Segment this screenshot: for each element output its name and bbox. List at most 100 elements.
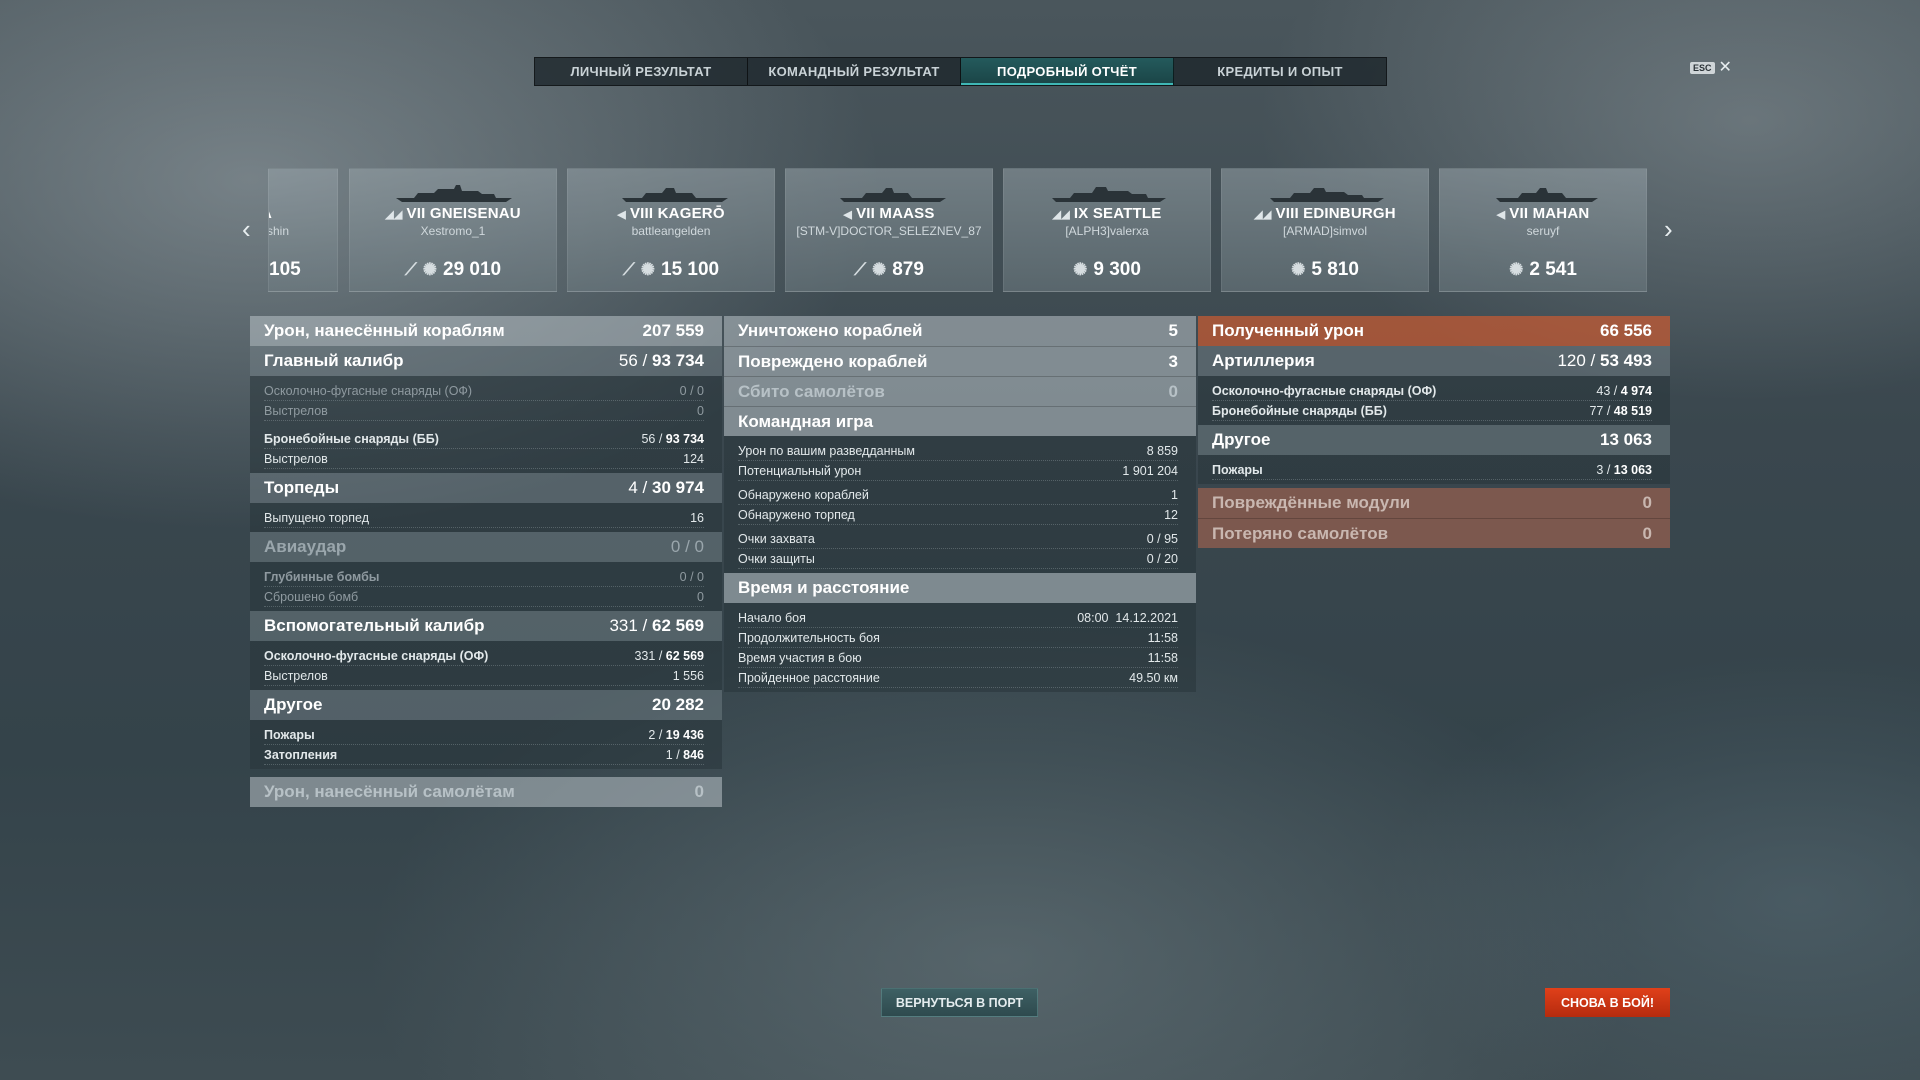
damage-to-planes-row: Урон, нанесённый самолётам 0 bbox=[250, 777, 722, 807]
battle-stats-panel: Уничтожено кораблей 5 Повреждено кораблей… bbox=[724, 316, 1196, 692]
ship-name: VII GNEISENAU bbox=[406, 205, 521, 222]
ship-card[interactable]: ◢◢ VIII EDINBURGH [ARMAD]simvol ✺ 5 810 bbox=[1221, 168, 1429, 292]
player-name: battleangelden bbox=[631, 224, 711, 238]
stat-line: Очки защиты 0 / 20 bbox=[738, 549, 1178, 569]
damage-value: 105 bbox=[269, 259, 301, 280]
stat-line: Выпущено торпед 16 bbox=[264, 508, 704, 528]
stat-line: Обнаружено кораблей 1 bbox=[738, 485, 1178, 505]
ship-silhouette-icon bbox=[1052, 187, 1166, 202]
damage-value: 15 100 bbox=[661, 259, 720, 280]
stat-line: Потенциальный урон 1 901 204 bbox=[738, 461, 1178, 481]
airstrike-row: Авиаудар 0 / 0 bbox=[250, 532, 722, 562]
main-caliber-details: Осколочно-фугасные снаряды (ОФ) 0 / 0 Выс… bbox=[250, 376, 722, 473]
torpedo-icon: ⟋ bbox=[854, 260, 866, 279]
stat-line: Бронебойные снаряды (ББ) 77 / 48 519 bbox=[1212, 401, 1652, 421]
time-distance-details: Начало боя 08:00 14.12.2021 Продолжительн… bbox=[724, 603, 1196, 692]
ship-name: VII MAASS bbox=[856, 205, 935, 222]
torpedo-icon: ⟋ bbox=[404, 260, 417, 279]
esc-key-icon: ESC bbox=[1690, 62, 1715, 74]
stat-line: Начало боя 08:00 14.12.2021 bbox=[738, 608, 1178, 628]
artillery-details: Осколочно-фугасные снаряды (ОФ) 43 / 4 97… bbox=[1198, 376, 1670, 425]
damage-burst-icon: ✺ bbox=[422, 260, 438, 279]
player-name: shin bbox=[268, 224, 290, 238]
carousel-next-button[interactable]: › bbox=[1664, 216, 1673, 242]
ship-card[interactable]: ◀ VII MAHAN seruyf ✺ 2 541 bbox=[1439, 168, 1647, 292]
team-play-header: Командная игра bbox=[724, 406, 1196, 436]
damage-burst-icon: ✺ bbox=[1073, 260, 1088, 279]
damage-burst-icon: ✺ bbox=[640, 260, 656, 279]
other-received-details: Пожары 3 / 13 063 bbox=[1198, 455, 1670, 484]
close-button[interactable]: ESC ✕ bbox=[1690, 60, 1732, 76]
tab-personal-result[interactable]: ЛИЧНЫЙ РЕЗУЛЬТАТ bbox=[535, 58, 748, 85]
player-name: [ARMAD]simvol bbox=[1282, 224, 1367, 238]
ship-card[interactable]: ◢◢ VII GNEISENAU Xestromo_1 ⟋ ✺ 29 010 bbox=[349, 168, 557, 292]
main-caliber-row: Главный калибр 56 / 93 734 bbox=[250, 346, 722, 376]
stat-line: Выстрелов 1 556 bbox=[264, 666, 704, 686]
tab-team-result[interactable]: КОМАНДНЫЙ РЕЗУЛЬТАТ bbox=[748, 58, 961, 85]
ship-card[interactable]: A shin 105 bbox=[268, 168, 338, 292]
stat-line: Выстрелов 124 bbox=[264, 449, 704, 469]
damage-to-ships-row: Урон, нанесённый кораблям 207 559 bbox=[250, 316, 722, 346]
tab-detailed-report[interactable]: ПОДРОБНЫЙ ОТЧЁТ bbox=[961, 58, 1174, 85]
stat-line: Пожары 2 / 19 436 bbox=[264, 725, 704, 745]
damage-dealt-panel: Урон, нанесённый кораблям 207 559 Главный… bbox=[250, 316, 722, 807]
ship-card[interactable]: ◀ VIII KAGERŌ battleangelden ⟋ ✺ 15 100 bbox=[567, 168, 775, 292]
artillery-row: Артиллерия 120 / 53 493 bbox=[1198, 346, 1670, 376]
time-distance-header: Время и расстояние bbox=[724, 573, 1196, 603]
stat-line: Осколочно-фугасные снаряды (ОФ) 331 / 62 … bbox=[264, 646, 704, 666]
stat-line: Время участия в бою 11:58 bbox=[738, 648, 1178, 668]
carousel-prev-button[interactable]: ‹ bbox=[242, 216, 251, 242]
torpedo-icon: ⟋ bbox=[622, 260, 635, 279]
other-details: Пожары 2 / 19 436 Затопления 1 / 846 bbox=[250, 720, 722, 769]
ship-name: VIII KAGERŌ bbox=[629, 205, 725, 222]
planes-shot-down-row: Сбито самолётов 0 bbox=[724, 376, 1196, 406]
damage-value: 9 300 bbox=[1093, 259, 1141, 280]
stat-line: Глубинные бомбы 0 / 0 bbox=[264, 567, 704, 587]
ship-silhouette-icon bbox=[1270, 188, 1384, 202]
tab-bar: ЛИЧНЫЙ РЕЗУЛЬТАТ КОМАНДНЫЙ РЕЗУЛЬТАТ ПОД… bbox=[534, 57, 1387, 86]
damaged-modules-row: Повреждённые модули 0 bbox=[1198, 488, 1670, 518]
stat-line: Осколочно-фугасные снаряды (ОФ) 43 / 4 97… bbox=[1212, 381, 1652, 401]
nation-flag-icon: ◀ bbox=[617, 209, 626, 221]
damage-burst-icon: ✺ bbox=[1291, 260, 1306, 279]
stat-line: Урон по вашим разведданным 8 859 bbox=[738, 441, 1178, 461]
stat-line: Бронебойные снаряды (ББ) 56 / 93 734 bbox=[264, 429, 704, 449]
battle-again-button[interactable]: СНОВА В БОЙ! bbox=[1545, 988, 1670, 1017]
nation-flag-icon: ◢◢ bbox=[385, 209, 403, 221]
stat-line: Выстрелов 0 bbox=[264, 401, 704, 421]
nation-flag-icon: ◀ bbox=[843, 209, 853, 221]
ships-destroyed-row: Уничтожено кораблей 5 bbox=[724, 316, 1196, 346]
ship-silhouette-icon bbox=[396, 185, 512, 202]
damage-value: 29 010 bbox=[443, 259, 502, 280]
ship-card[interactable]: ◢◢ IX SEATTLE [ALPH3]valerxa ✺ 9 300 bbox=[1003, 168, 1211, 292]
player-name: [STM-V]DOCTOR_SELEZNEV_87 bbox=[796, 224, 982, 238]
torpedoes-row: Торпеды 4 / 30 974 bbox=[250, 473, 722, 503]
damage-burst-icon: ✺ bbox=[1509, 260, 1524, 279]
player-name: [ALPH3]valerxa bbox=[1065, 224, 1149, 238]
player-name: Xestromo_1 bbox=[420, 224, 486, 238]
stat-line: Затопления 1 / 846 bbox=[264, 745, 704, 765]
ship-name: IX SEATTLE bbox=[1073, 205, 1162, 222]
damage-burst-icon: ✺ bbox=[871, 260, 887, 279]
stat-line: Осколочно-фугасные снаряды (ОФ) 0 / 0 bbox=[264, 381, 704, 401]
ship-name: VIII EDINBURGH bbox=[1275, 205, 1396, 222]
ships-damaged-row: Повреждено кораблей 3 bbox=[724, 346, 1196, 376]
stat-line: Обнаружено торпед 12 bbox=[738, 505, 1178, 525]
stat-line: Очки захвата 0 / 95 bbox=[738, 529, 1178, 549]
nation-flag-icon: ◢◢ bbox=[1052, 209, 1070, 221]
secondary-details: Осколочно-фугасные снаряды (ОФ) 331 / 62 … bbox=[250, 641, 722, 690]
stat-line: Продолжительность боя 11:58 bbox=[738, 628, 1178, 648]
ship-card[interactable]: ◀ VII MAASS [STM-V]DOCTOR_SELEZNEV_87 ⟋ ✺ 8… bbox=[785, 168, 993, 292]
return-to-port-button[interactable]: ВЕРНУТЬСЯ В ПОРТ bbox=[881, 988, 1038, 1017]
stat-line: Пройденное расстояние 49.50 км bbox=[738, 668, 1178, 688]
damage-value: 879 bbox=[892, 259, 924, 280]
chevron-left-icon: ‹ bbox=[242, 214, 251, 244]
other-received-row: Другое 13 063 bbox=[1198, 425, 1670, 455]
stat-line: Сброшено бомб 0 bbox=[264, 587, 704, 607]
torpedoes-details: Выпущено торпед 16 bbox=[250, 503, 722, 532]
other-damage-row: Другое 20 282 bbox=[250, 690, 722, 720]
secondary-caliber-row: Вспомогательный калибр 331 / 62 569 bbox=[250, 611, 722, 641]
planes-lost-row: Потеряно самолётов 0 bbox=[1198, 518, 1670, 548]
team-play-details: Урон по вашим разведданным 8 859 Потенциа… bbox=[724, 436, 1196, 573]
tab-credits-xp[interactable]: КРЕДИТЫ И ОПЫТ bbox=[1174, 58, 1386, 85]
